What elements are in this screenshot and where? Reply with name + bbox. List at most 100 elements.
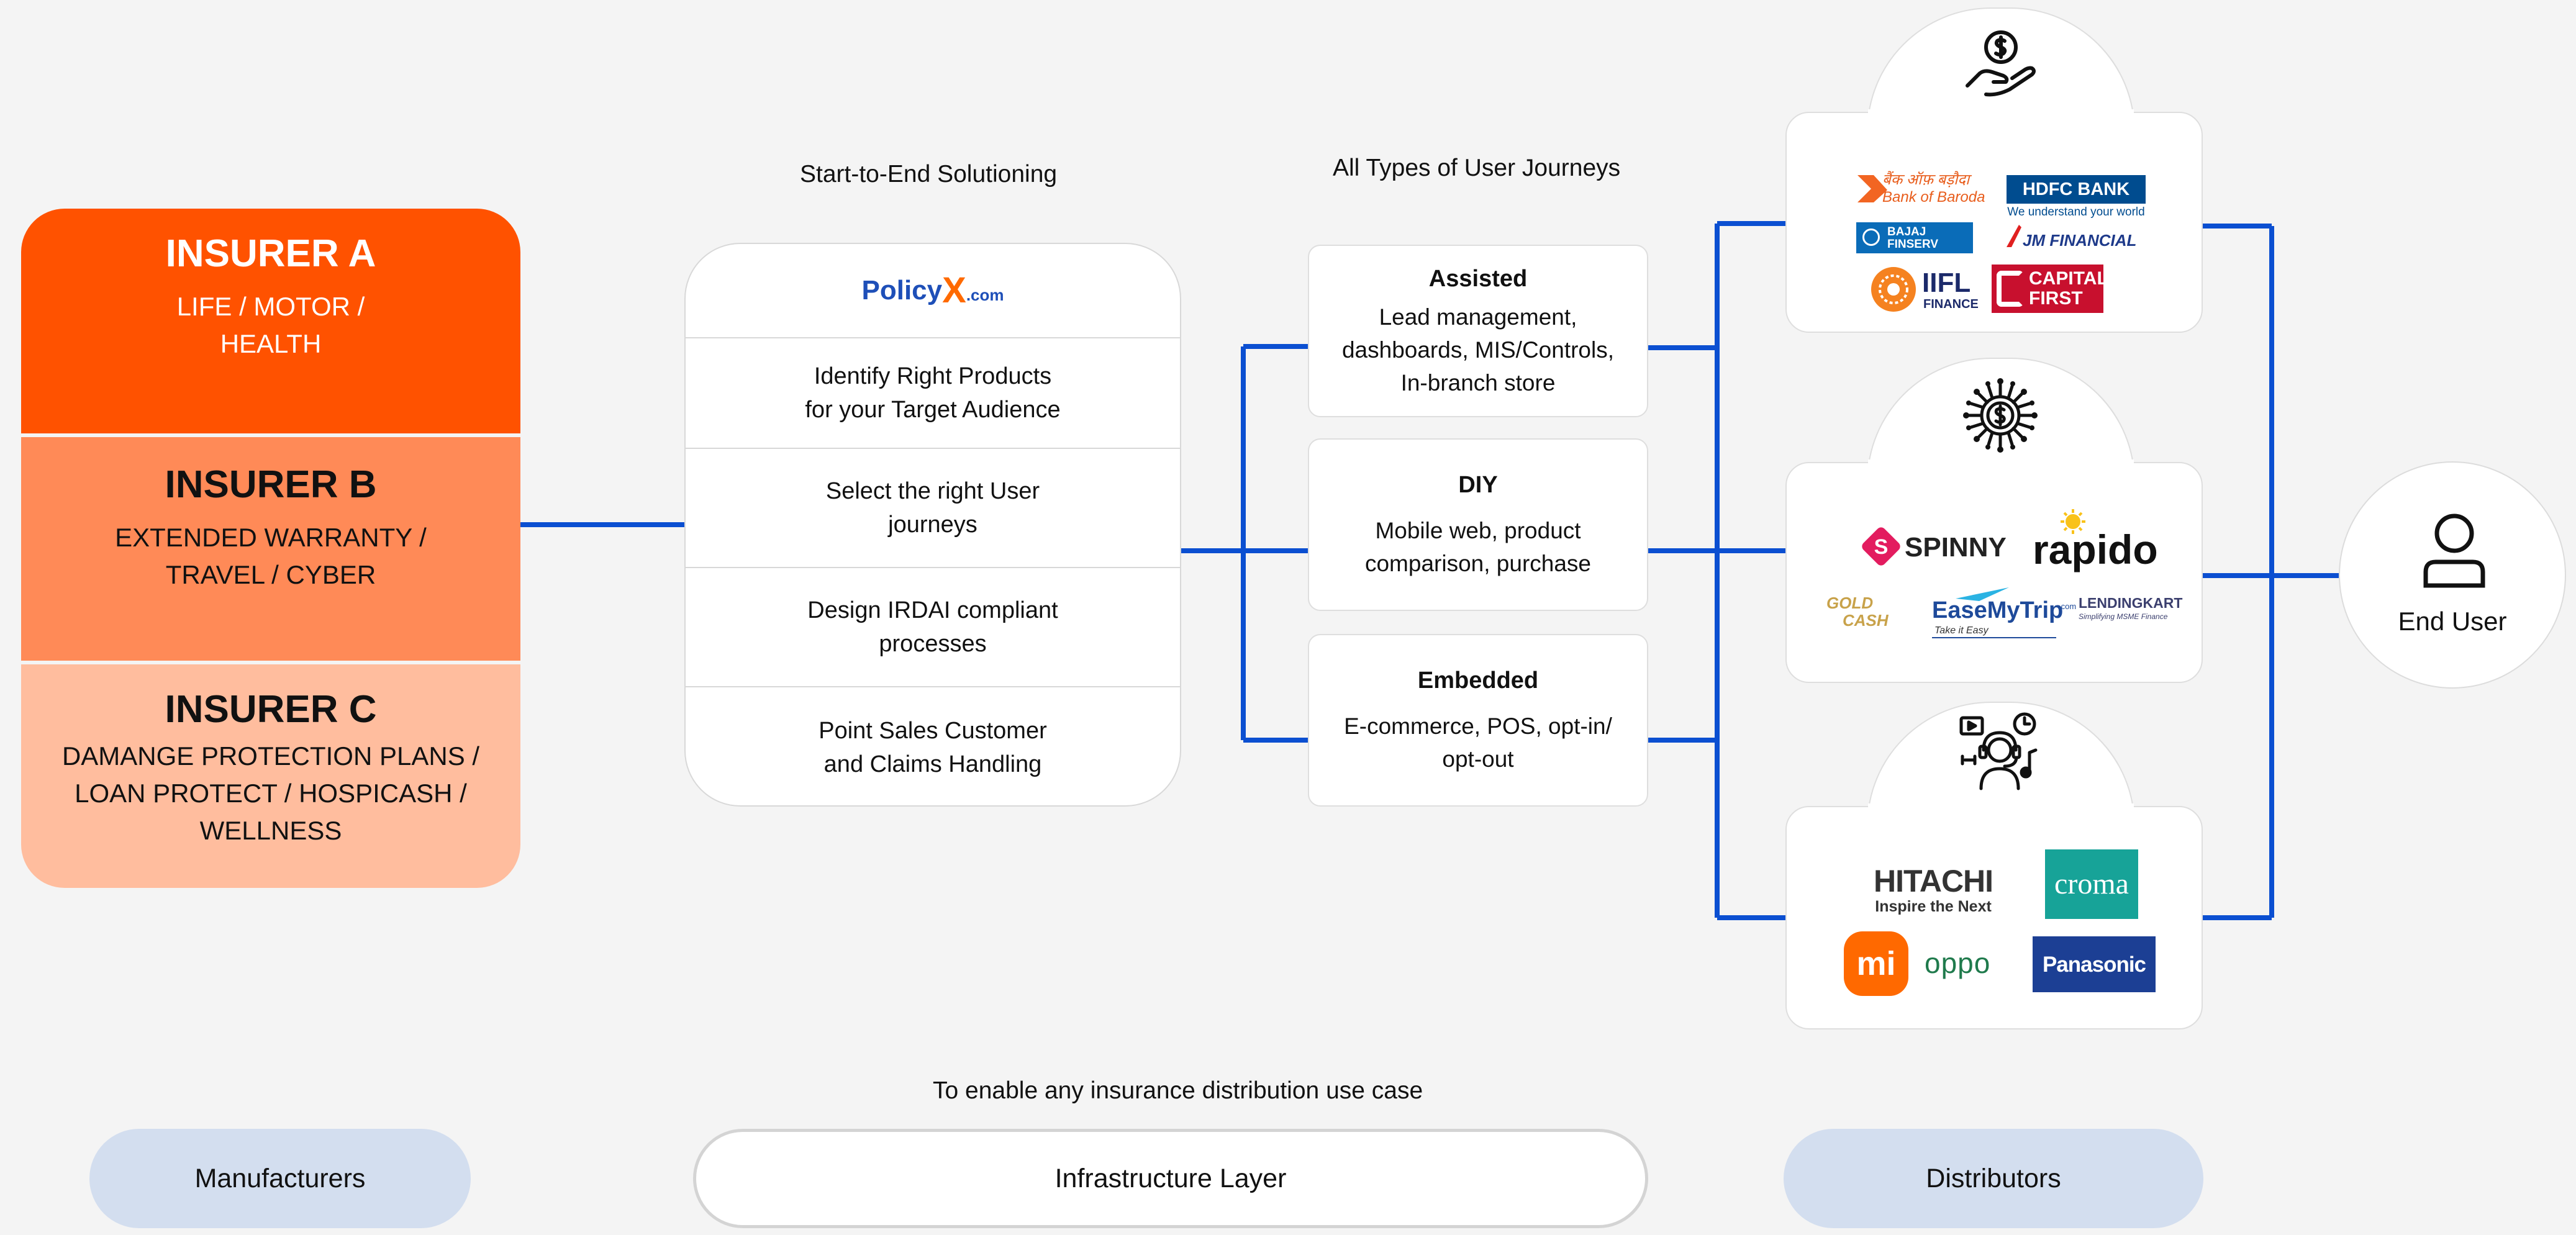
product-line: LOAN PROTECT / HOSPICASH / — [75, 779, 467, 808]
capital-text: CAPITAL — [2029, 268, 2108, 289]
step-line: processes — [879, 631, 987, 657]
capital-first-logo: CAPITAL FIRST — [1992, 265, 2108, 313]
hdfc-bank-logo: HDFC BANK We understand your world — [2007, 175, 2146, 218]
journey-desc: Lead management, dashboards, MIS/Control… — [1309, 301, 1647, 399]
iifl-finance-text: FINANCE — [1923, 297, 1979, 311]
logo-text: Policy — [861, 275, 943, 305]
desc-line: Mobile web, product — [1375, 518, 1581, 543]
insurer-products: EXTENDED WARRANTY / TRAVEL / CYBER — [115, 519, 427, 594]
step-line: and Claims Handling — [823, 751, 1042, 777]
step-select-journeys: Select the right User journeys — [686, 448, 1180, 567]
journey-desc: Mobile web, product comparison, purchase — [1309, 514, 1647, 580]
bob-text: Bank of Baroda — [1882, 189, 1985, 206]
insurer-b-card: INSURER B EXTENDED WARRANTY / TRAVEL / C… — [21, 437, 520, 661]
caption-enable: To enable any insurance distribution use… — [933, 1077, 1423, 1104]
insurer-name: INSURER C — [165, 688, 377, 731]
journey-embedded: Embedded E-commerce, POS, opt-in/ opt-ou… — [1308, 634, 1648, 807]
easemytrip-tagline: Take it Easy — [1934, 625, 1989, 636]
end-user-label: End User — [2398, 607, 2507, 636]
infrastructure-card: Policy X .com Identify Right Products for … — [684, 243, 1181, 807]
insurer-name: INSURER B — [165, 463, 377, 506]
lendingkart-tagline: Simplifying MSME Finance — [2079, 612, 2168, 621]
hdfc-tagline: We understand your world — [2007, 206, 2145, 219]
logo-x: X — [942, 270, 966, 310]
easemytrip-text: EaseMyTrip — [1932, 597, 2064, 623]
finserv-text: FINSERV — [1887, 238, 1939, 251]
insurer-a-card: INSURER A LIFE / MOTOR / HEALTH — [21, 209, 520, 433]
distributors-pill: Distributors — [1784, 1129, 2203, 1228]
lendingkart-logo: LENDINGKART Simplifying MSME Finance — [2079, 595, 2183, 621]
step-line: Design IRDAI compliant — [807, 597, 1058, 623]
journey-desc: E-commerce, POS, opt-in/ opt-out — [1309, 710, 1647, 776]
circuit-dollar-icon — [1963, 378, 2038, 453]
insurer-name: INSURER A — [165, 232, 376, 275]
lendingkart-text: LENDINGKART — [2079, 595, 2183, 611]
logo-domain: .com — [966, 286, 1004, 304]
jm-text: JM FINANCIAL — [2023, 231, 2137, 250]
journey-title: Assisted — [1428, 266, 1528, 292]
hitachi-logo: HITACHI Inspire the Next — [1874, 866, 1993, 915]
desc-line: E-commerce, POS, opt-in/ — [1344, 713, 1612, 739]
connector-ecosystems-enduser — [2203, 224, 2339, 920]
product-line: EXTENDED WARRANTY / — [115, 523, 427, 553]
first-text: FIRST — [2029, 288, 2083, 309]
caption-journeys: All Types of User Journeys — [1333, 155, 1621, 181]
end-user-node: End User — [2339, 461, 2566, 689]
hand-dollar-icon — [1966, 30, 2036, 97]
step-design-processes: Design IRDAI compliant processes — [686, 567, 1180, 686]
desc-line: opt-out — [1442, 746, 1514, 772]
insurer-products: LIFE / MOTOR / HEALTH — [177, 288, 365, 363]
step-identify-products: Identify Right Products for your Target … — [686, 337, 1180, 448]
journey-title: DIY — [1458, 472, 1498, 498]
product-line: LIFE / MOTOR / — [176, 292, 365, 322]
insurer-c-card: INSURER C DAMANGE PROTECTION PLANS / LOA… — [21, 664, 520, 888]
easemytrip-domain: .com — [2059, 602, 2077, 611]
journey-assisted: Assisted Lead management, dashboards, MI… — [1308, 245, 1648, 417]
manufacturers-pill: Manufacturers — [89, 1129, 471, 1228]
rapido-text: rapido — [2033, 527, 2158, 572]
headset-person-icon — [1959, 712, 2038, 790]
user-icon — [2423, 513, 2485, 588]
spinny-text: SPINNY — [1905, 532, 2007, 563]
hitachi-text: HITACHI — [1874, 864, 1993, 898]
bob-hindi: बैंक ऑफ़ बड़ौदा — [1882, 171, 1970, 188]
panasonic-logo: Panasonic — [2033, 936, 2156, 992]
step-line: journeys — [888, 512, 977, 538]
product-line: WELLNESS — [199, 816, 342, 846]
step-line: Select the right User — [825, 478, 1040, 504]
mi-logo: mi — [1844, 931, 1908, 996]
dome-joint — [1868, 803, 2134, 841]
step-line: Point Sales Customer — [819, 718, 1047, 744]
dome-joint — [1868, 459, 2134, 497]
connector-journeys-ecosystems — [1648, 221, 1785, 920]
gold-cash-logo: GOLD CASH — [1826, 595, 1895, 628]
infrastructure-layer-pill: Infrastructure Layer — [693, 1129, 1648, 1228]
cash-text: CASH — [1843, 611, 1889, 630]
svg-text:S: S — [1874, 535, 1889, 559]
desc-line: In-branch store — [1400, 370, 1556, 396]
journey-title: Embedded — [1417, 667, 1539, 694]
bajaj-text: BAJAJ — [1887, 225, 1926, 238]
step-line: Identify Right Products — [814, 363, 1052, 389]
bajaj-finserv-logo: BAJAJ FINSERV — [1856, 222, 1973, 253]
desc-line: dashboards, MIS/Controls, — [1341, 337, 1615, 363]
dome-joint — [1868, 109, 2134, 147]
step-sales-claims: Point Sales Customer and Claims Handling — [686, 686, 1180, 805]
hdfc-text: HDFC BANK — [2007, 175, 2146, 204]
policyx-logo: Policy X .com — [686, 244, 1180, 337]
product-line: TRAVEL / CYBER — [165, 560, 376, 590]
hitachi-tagline: Inspire the Next — [1875, 898, 1992, 915]
caption-solutioning: Start-to-End Solutioning — [800, 161, 1058, 188]
step-line: for your Target Audience — [805, 397, 1061, 423]
oppo-logo: oppo — [1925, 947, 1991, 979]
iifl-text: IIFL — [1922, 268, 1971, 298]
croma-logo: croma — [2045, 849, 2138, 919]
desc-line: comparison, purchase — [1364, 551, 1592, 576]
product-line: HEALTH — [220, 329, 322, 359]
insurer-products: DAMANGE PROTECTION PLANS / LOAN PROTECT … — [62, 738, 479, 849]
desc-line: Lead management, — [1379, 304, 1577, 330]
journey-diy: DIY Mobile web, product comparison, purc… — [1308, 438, 1648, 611]
connector-infra-journeys — [1181, 344, 1308, 743]
gold-text: GOLD — [1826, 594, 1874, 612]
product-line: DAMANGE PROTECTION PLANS / — [61, 741, 480, 771]
